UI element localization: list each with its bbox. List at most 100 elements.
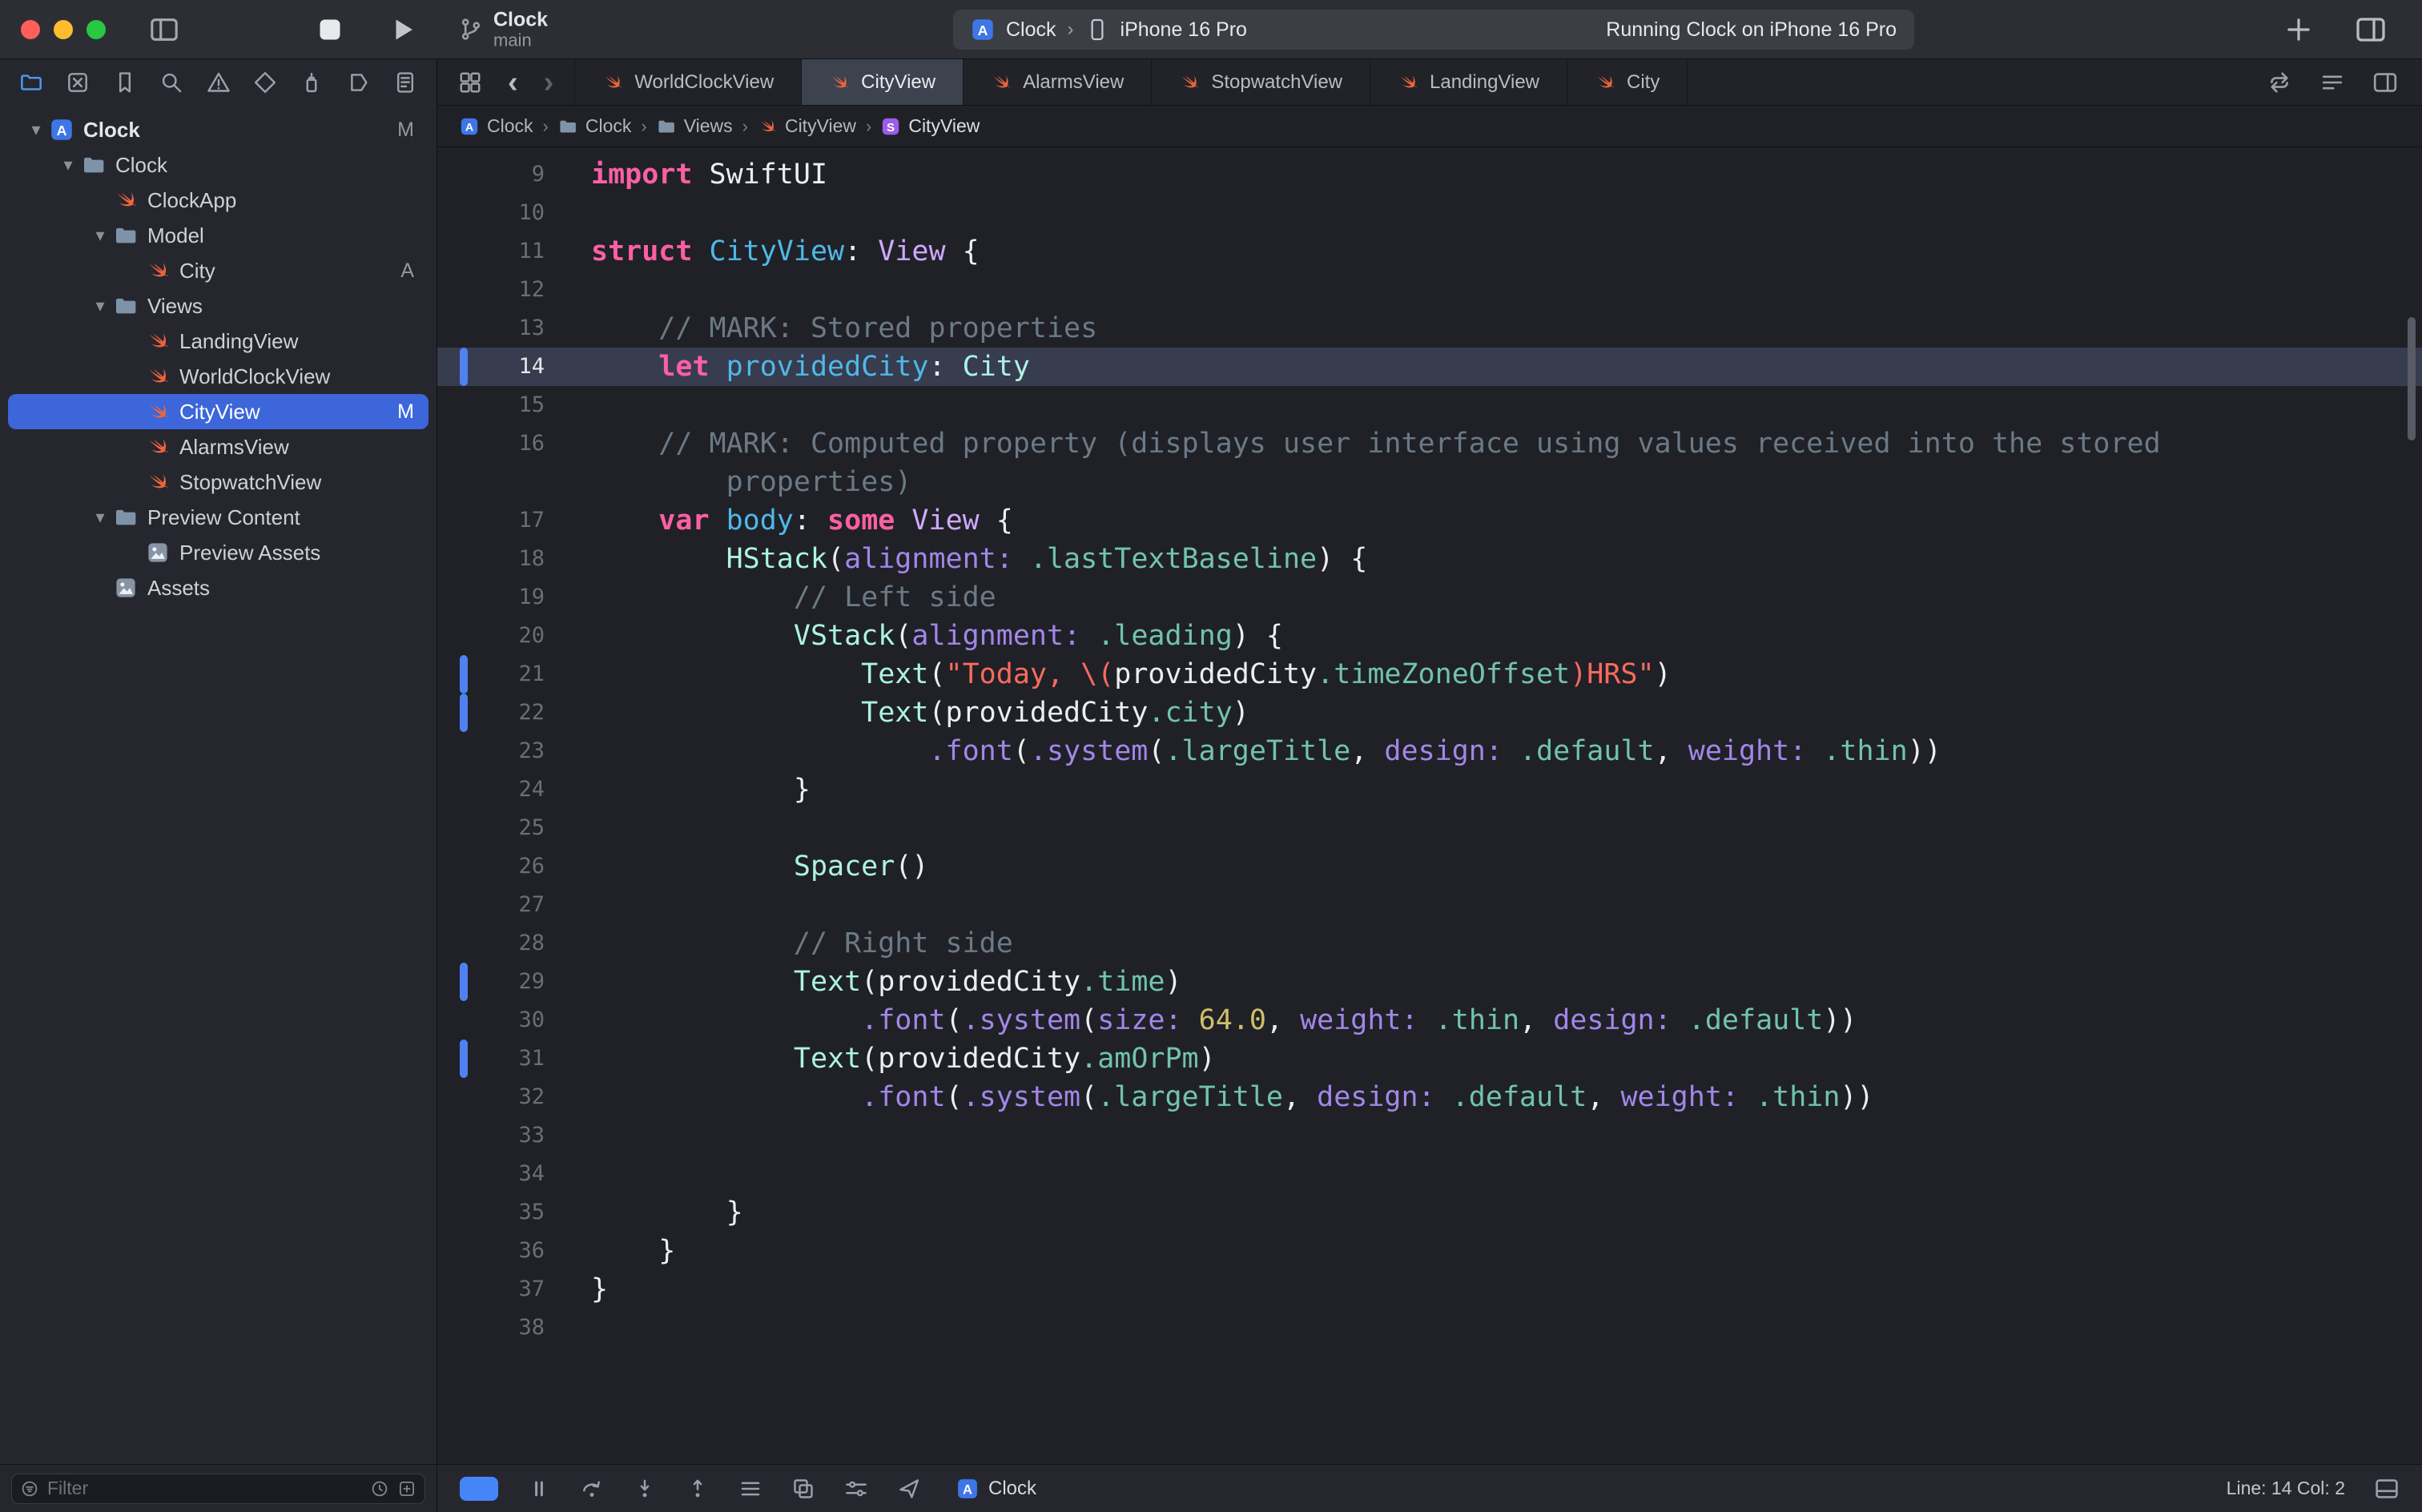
- breadcrumb-item-clock-1[interactable]: Clock: [558, 115, 632, 137]
- code-line-27[interactable]: 27: [437, 886, 2422, 924]
- code-line-26[interactable]: 26 Spacer(): [437, 847, 2422, 886]
- debug-navigator-icon[interactable]: [300, 70, 324, 94]
- tree-item-clock[interactable]: ▾Clock: [8, 147, 428, 183]
- code-editor[interactable]: 9import SwiftUI1011struct CityView: View…: [437, 147, 2422, 1464]
- disclosure-triangle[interactable]: ▾: [86, 296, 114, 316]
- memory-graph-icon[interactable]: [791, 1477, 815, 1501]
- breadcrumb-item-cityview-3[interactable]: CityView: [758, 115, 856, 137]
- editor-tab-cityview[interactable]: CityView: [802, 59, 964, 105]
- recent-files-clock-icon[interactable]: [370, 1479, 389, 1498]
- code-line-28[interactable]: 28 // Right side: [437, 924, 2422, 963]
- tree-item-alarmsview[interactable]: AlarmsView: [8, 429, 428, 464]
- related-items-icon[interactable]: [458, 70, 482, 94]
- project-navigator-icon[interactable]: [19, 70, 43, 94]
- code-line-22[interactable]: 22 Text(providedCity.city): [437, 694, 2422, 732]
- find-navigator-icon[interactable]: [159, 70, 183, 94]
- step-into-icon[interactable]: [633, 1477, 657, 1501]
- editor-tab-stopwatchview[interactable]: StopwatchView: [1152, 59, 1370, 105]
- code-line-21[interactable]: 21 Text("Today, \(providedCity.timeZoneO…: [437, 655, 2422, 694]
- filter-field[interactable]: [11, 1474, 425, 1504]
- editor-layout-icon[interactable]: [2355, 14, 2387, 46]
- close-button[interactable]: [21, 20, 40, 39]
- editor-tab-landingview[interactable]: LandingView: [1370, 59, 1567, 105]
- tree-item-assets[interactable]: Assets: [8, 570, 428, 605]
- stop-button[interactable]: [314, 14, 346, 46]
- view-hierarchy-icon[interactable]: [738, 1477, 762, 1501]
- code-line-11[interactable]: 11struct CityView: View {: [437, 232, 2422, 271]
- tree-item-preview-content[interactable]: ▾Preview Content: [8, 500, 428, 535]
- fullscreen-button[interactable]: [86, 20, 106, 39]
- tree-item-views[interactable]: ▾Views: [8, 288, 428, 324]
- code-line-10[interactable]: 10: [437, 194, 2422, 232]
- code-line-32[interactable]: 32 .font(.system(.largeTitle, design: .d…: [437, 1078, 2422, 1116]
- code-line-13[interactable]: 13 // MARK: Stored properties: [437, 309, 2422, 348]
- adjust-editor-icon[interactable]: [2319, 70, 2345, 95]
- tree-item-landingview[interactable]: LandingView: [8, 324, 428, 359]
- code-line-9[interactable]: 9import SwiftUI: [437, 155, 2422, 194]
- debug-area-toggle[interactable]: [460, 1477, 498, 1501]
- disclosure-triangle[interactable]: ▾: [86, 225, 114, 246]
- run-button[interactable]: [386, 14, 418, 46]
- code-line-15[interactable]: 15: [437, 386, 2422, 424]
- editor-tab-city[interactable]: City: [1567, 59, 1688, 105]
- back-button[interactable]: ‹: [508, 67, 518, 98]
- issues-navigator-icon[interactable]: [207, 70, 231, 94]
- code-line-31[interactable]: 31 Text(providedCity.amOrPm): [437, 1040, 2422, 1078]
- sidebar-toggle-icon[interactable]: [149, 14, 179, 45]
- simulate-location-icon[interactable]: [897, 1477, 921, 1501]
- disclosure-triangle[interactable]: ▾: [22, 119, 50, 140]
- tests-navigator-icon[interactable]: [253, 70, 277, 94]
- tree-item-clock[interactable]: ▾AClockM: [8, 112, 428, 147]
- running-app-chip[interactable]: A Clock: [956, 1478, 1036, 1500]
- scrollbar[interactable]: [2408, 317, 2416, 440]
- editor-tab-alarmsview[interactable]: AlarmsView: [964, 59, 1152, 105]
- code-line-23[interactable]: 23 .font(.system(.largeTitle, design: .d…: [437, 732, 2422, 770]
- code-line-20[interactable]: 20 VStack(alignment: .leading) {: [437, 617, 2422, 655]
- breadcrumb-item-views-2[interactable]: Views: [657, 115, 733, 137]
- tree-item-clockapp[interactable]: ClockApp: [8, 183, 428, 218]
- code-review-icon[interactable]: [2267, 70, 2292, 95]
- forward-button[interactable]: ›: [544, 67, 554, 98]
- code-line-25[interactable]: 25: [437, 809, 2422, 847]
- scheme-selector[interactable]: A Clock › iPhone 16 Pro: [971, 18, 1247, 42]
- scm-branch-status[interactable]: Clock main: [458, 8, 548, 50]
- editor-tab-worldclockview[interactable]: WorldClockView: [575, 59, 802, 105]
- tree-item-cityview[interactable]: CityViewM: [8, 394, 428, 429]
- code-line-14[interactable]: 14 let providedCity: City: [437, 348, 2422, 386]
- breadcrumb-item-cityview-4[interactable]: SCityView: [881, 115, 980, 137]
- code-line-17[interactable]: 17 var body: some View {: [437, 501, 2422, 540]
- code-line-29[interactable]: 29 Text(providedCity.time): [437, 963, 2422, 1001]
- code-line-37[interactable]: 37}: [437, 1270, 2422, 1309]
- code-line-35[interactable]: 35 }: [437, 1193, 2422, 1232]
- pause-icon[interactable]: [527, 1477, 551, 1501]
- split-editor-icon[interactable]: [2372, 70, 2398, 95]
- step-out-icon[interactable]: [686, 1477, 710, 1501]
- changes-navigator-icon[interactable]: [66, 70, 90, 94]
- library-plus-icon[interactable]: [2284, 15, 2313, 44]
- tree-item-stopwatchview[interactable]: StopwatchView: [8, 464, 428, 500]
- tree-item-model[interactable]: ▾Model: [8, 218, 428, 253]
- code-line-12[interactable]: 12: [437, 271, 2422, 309]
- code-line-18[interactable]: 18 HStack(alignment: .lastTextBaseline) …: [437, 540, 2422, 578]
- breakpoints-navigator-icon[interactable]: [347, 70, 371, 94]
- code-line-24[interactable]: 24 }: [437, 770, 2422, 809]
- bookmarks-navigator-icon[interactable]: [113, 70, 137, 94]
- code-line-34[interactable]: 34: [437, 1155, 2422, 1193]
- breadcrumb-item-clock-0[interactable]: AClock: [460, 115, 533, 137]
- tree-item-preview-assets[interactable]: Preview Assets: [8, 535, 428, 570]
- environment-overrides-icon[interactable]: [844, 1477, 868, 1501]
- activity-viewer[interactable]: A Clock › iPhone 16 Pro Running Clock on…: [953, 10, 1914, 50]
- tree-item-worldclockview[interactable]: WorldClockView: [8, 359, 428, 394]
- filter-input[interactable]: [47, 1478, 362, 1499]
- code-line-38[interactable]: 38: [437, 1309, 2422, 1347]
- code-line-33[interactable]: 33: [437, 1116, 2422, 1155]
- code-line-wrap[interactable]: properties): [437, 463, 2422, 501]
- add-file-icon[interactable]: [397, 1479, 416, 1498]
- debug-panel-icon[interactable]: [2374, 1476, 2400, 1502]
- code-line-19[interactable]: 19 // Left side: [437, 578, 2422, 617]
- minimize-button[interactable]: [54, 20, 73, 39]
- disclosure-triangle[interactable]: ▾: [54, 155, 82, 175]
- tree-item-city[interactable]: CityA: [8, 253, 428, 288]
- reports-navigator-icon[interactable]: [393, 70, 417, 94]
- step-over-icon[interactable]: [580, 1477, 604, 1501]
